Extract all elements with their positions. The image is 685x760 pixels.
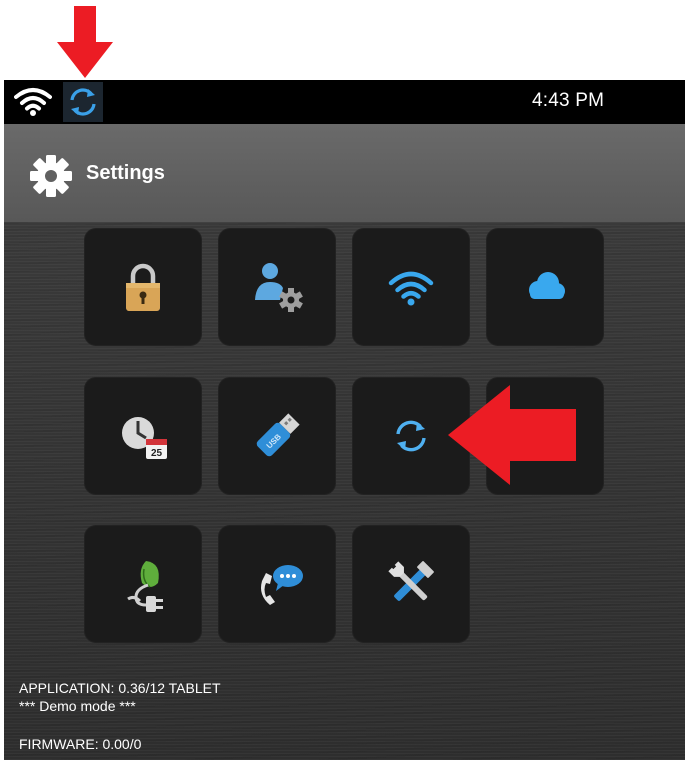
app-header: Settings — [4, 124, 685, 222]
user-settings-icon — [255, 263, 303, 312]
status-clock: 4:43 PM — [532, 90, 605, 111]
tile-cloud[interactable] — [486, 228, 604, 346]
tile-date-time[interactable]: 25 — [84, 377, 202, 495]
annotation-arrow-left — [448, 385, 576, 485]
tile-wifi[interactable] — [352, 228, 470, 346]
wifi-status-icon — [14, 88, 52, 116]
annotation-arrow-down — [57, 6, 113, 78]
power-save-icon — [127, 561, 163, 612]
demo-mode-label: *** Demo mode *** — [19, 698, 136, 714]
application-version: APPLICATION: 0.36/12 TABLET — [19, 680, 221, 696]
cloud-icon — [529, 272, 565, 299]
sync-status-icon — [70, 88, 96, 116]
tile-power-save[interactable] — [84, 525, 202, 643]
gear-icon — [30, 155, 72, 197]
lock-icon — [126, 263, 160, 311]
tile-support[interactable] — [218, 525, 336, 643]
status-bar: 4:43 PM — [4, 80, 685, 124]
wifi-icon — [388, 271, 434, 306]
tile-tools[interactable] — [352, 525, 470, 643]
firmware-version: FIRMWARE: 0.00/0 — [19, 736, 142, 752]
settings-panel: 25 USB APPLICATION: 0.36/12 TABLET *** D… — [4, 222, 685, 760]
usb-drive-icon: USB — [256, 413, 300, 457]
tools-icon — [388, 561, 434, 601]
svg-text:25: 25 — [151, 448, 163, 459]
sync-status-indicator[interactable] — [63, 82, 103, 122]
tile-security[interactable] — [84, 228, 202, 346]
date-time-icon: 25 — [122, 417, 167, 459]
tile-user-settings[interactable] — [218, 228, 336, 346]
support-chat-icon — [261, 565, 303, 605]
page-title: Settings — [86, 162, 165, 184]
tile-usb[interactable]: USB — [218, 377, 336, 495]
